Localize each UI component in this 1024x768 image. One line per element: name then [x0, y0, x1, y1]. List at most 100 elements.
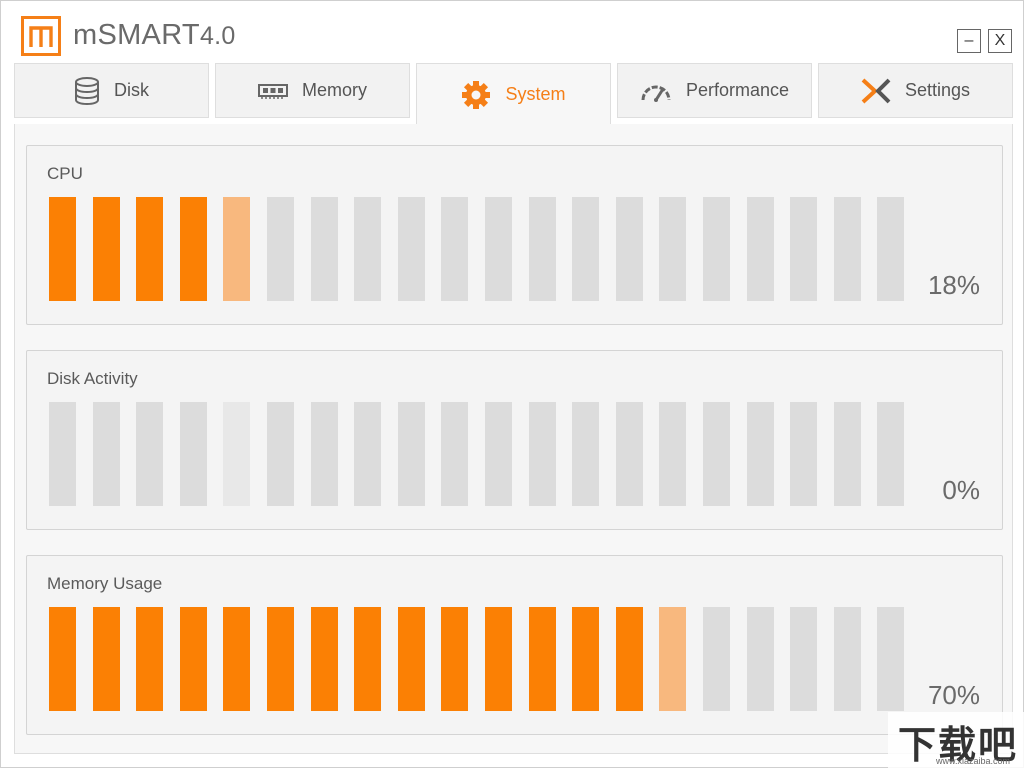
meter-segment [441, 402, 468, 506]
app-version: 4.0 [199, 22, 236, 50]
meter-segment [747, 402, 774, 506]
panel-title: Disk Activity [47, 369, 138, 388]
meter-segment [441, 197, 468, 301]
watermark-url: www.xiazaiba.com [936, 756, 1011, 766]
tab-system[interactable]: System [416, 63, 611, 125]
tools-icon [861, 78, 891, 104]
meter-segment [703, 197, 730, 301]
app-name: mSMART [73, 19, 200, 51]
memory-usage-panel: Memory Usage 70% [26, 555, 1003, 735]
speedometer-icon [640, 80, 672, 102]
meter-segment [136, 402, 163, 506]
panel-title: Memory Usage [47, 574, 163, 593]
meter-segment [49, 402, 76, 506]
title-bar: mSMART4.0 – X [1, 1, 1023, 63]
meter-segment [529, 402, 556, 506]
disk-activity-panel: Disk Activity 0% [26, 350, 1003, 530]
close-button[interactable]: X [988, 29, 1012, 53]
memory-usage-meter [49, 607, 909, 711]
app-logo-icon [21, 16, 61, 56]
meter-segment [311, 197, 338, 301]
meter-segment [747, 197, 774, 301]
meter-segment [223, 607, 250, 711]
cpu-meter [49, 197, 909, 301]
disk-activity-meter [49, 402, 909, 506]
cpu-percent: 18% [927, 270, 980, 300]
tab-disk[interactable]: Disk [14, 63, 209, 118]
close-icon: X [994, 32, 1006, 49]
meter-segment [572, 607, 599, 711]
meter-segment [616, 197, 643, 301]
meter-segment [659, 402, 686, 506]
memory-usage-percent: 70% [927, 680, 980, 710]
minimize-button[interactable]: – [957, 29, 981, 53]
meter-segment [398, 197, 425, 301]
tab-settings[interactable]: Settings [818, 63, 1013, 118]
meter-segment [877, 607, 904, 711]
disk-activity-percent: 0% [942, 475, 980, 505]
database-icon [74, 76, 100, 105]
meter-segment [311, 402, 338, 506]
meter-segment [223, 197, 250, 301]
tab-settings-label: Settings [904, 80, 971, 100]
meter-segment [790, 197, 817, 301]
watermark-logo: 下载吧 www.xiazaiba.com [888, 712, 1024, 768]
meter-segment [834, 197, 861, 301]
meter-segment [877, 402, 904, 506]
tab-performance-label: Performance [685, 80, 790, 100]
meter-segment [834, 607, 861, 711]
meter-segment [572, 402, 599, 506]
meter-segment [49, 197, 76, 301]
meter-segment [180, 402, 207, 506]
tab-disk-label: Disk [114, 80, 149, 100]
meter-segment [311, 607, 338, 711]
app-window: mSMART4.0 – X Disk Memory System Perform… [0, 0, 1024, 768]
meter-segment [616, 402, 643, 506]
minimize-icon: – [964, 32, 974, 49]
meter-segment [616, 607, 643, 711]
meter-segment [877, 197, 904, 301]
meter-segment [659, 197, 686, 301]
meter-segment [136, 607, 163, 711]
meter-segment [529, 197, 556, 301]
tab-system-label: System [505, 84, 566, 104]
tab-memory[interactable]: Memory [215, 63, 410, 118]
panel-title: CPU [47, 164, 83, 183]
meter-segment [267, 402, 294, 506]
meter-segment [485, 607, 512, 711]
meter-segment [834, 402, 861, 506]
tab-memory-label: Memory [301, 80, 367, 100]
meter-segment [398, 607, 425, 711]
meter-segment [93, 607, 120, 711]
meter-segment [93, 197, 120, 301]
meter-segment [441, 607, 468, 711]
meter-segment [354, 607, 381, 711]
meter-segment [49, 607, 76, 711]
meter-segment [790, 607, 817, 711]
meter-segment [267, 197, 294, 301]
meter-segment [703, 402, 730, 506]
meter-segment [703, 607, 730, 711]
meter-segment [398, 402, 425, 506]
app-title: mSMART4.0 [73, 19, 236, 52]
meter-segment [572, 197, 599, 301]
meter-segment [747, 607, 774, 711]
meter-segment [485, 197, 512, 301]
meter-segment [93, 402, 120, 506]
meter-segment [790, 402, 817, 506]
meter-segment [659, 607, 686, 711]
meter-segment [180, 607, 207, 711]
meter-segment [267, 607, 294, 711]
meter-segment [529, 607, 556, 711]
meter-segment [180, 197, 207, 301]
meter-segment [485, 402, 512, 506]
tab-performance[interactable]: Performance [617, 63, 812, 118]
cpu-panel: CPU 18% [26, 145, 1003, 325]
memory-chip-icon [257, 82, 288, 100]
meter-segment [136, 197, 163, 301]
meter-segment [223, 402, 250, 506]
meter-segment [354, 402, 381, 506]
system-content: CPU 18% Disk Activity 0% Memory Usage 70… [14, 124, 1013, 754]
gear-icon [461, 80, 491, 110]
meter-segment [354, 197, 381, 301]
